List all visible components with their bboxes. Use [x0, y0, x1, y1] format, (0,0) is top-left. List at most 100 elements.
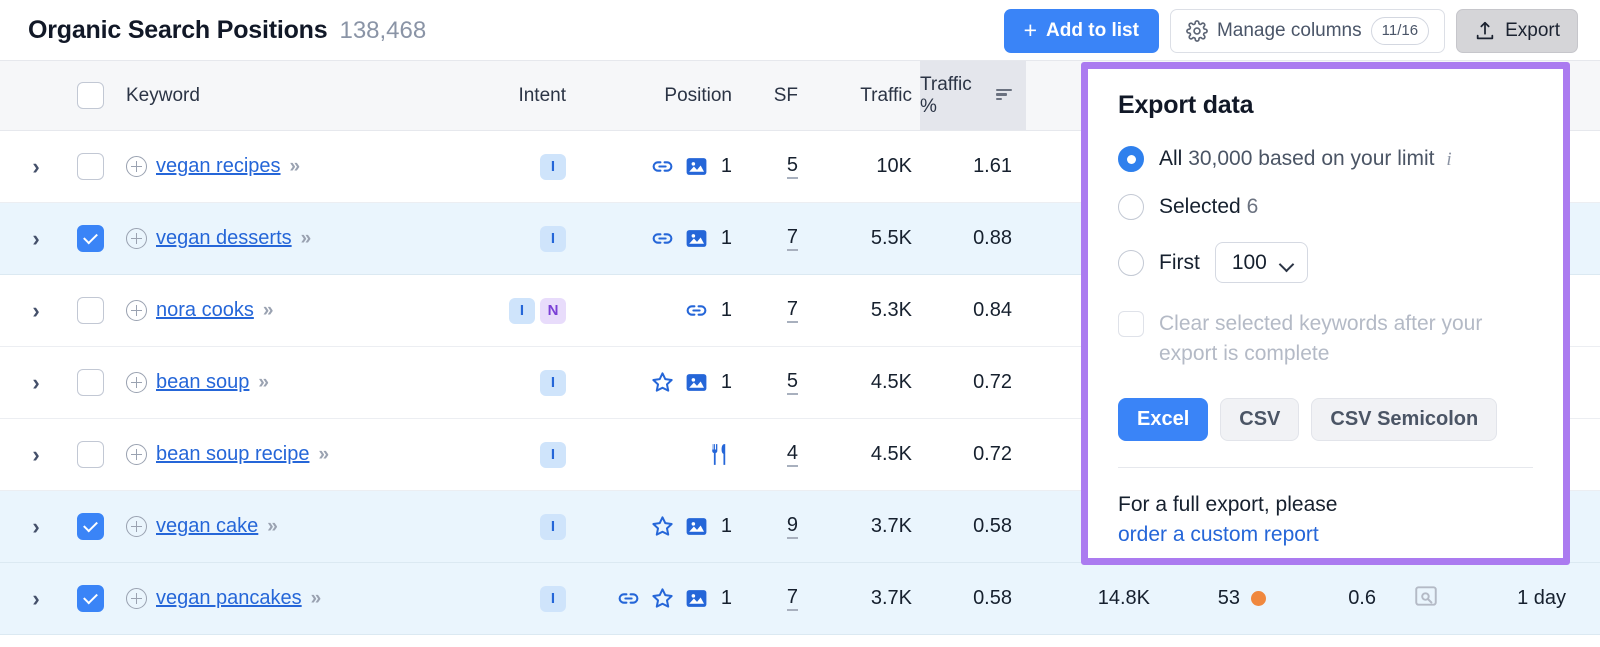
radio-selected[interactable]	[1118, 194, 1144, 220]
keyword-link[interactable]: nora cooks	[156, 299, 254, 322]
intent-badge-i[interactable]: I	[540, 442, 566, 468]
sf-cell[interactable]: 9	[742, 491, 798, 562]
row-expand-toggle[interactable]: ›	[0, 203, 62, 274]
keyword-overview-icon[interactable]: »	[301, 228, 310, 250]
result-count: 138,468	[339, 17, 426, 45]
traffic-percent-cell: 0.58	[920, 563, 1026, 634]
keyword-link[interactable]: vegan recipes	[156, 155, 281, 178]
export-csv-button[interactable]: CSV	[1220, 398, 1299, 441]
keyword-overview-icon[interactable]: »	[258, 372, 267, 394]
image-icon[interactable]	[684, 370, 709, 395]
row-checkbox[interactable]	[77, 585, 104, 612]
link-icon[interactable]	[616, 586, 641, 611]
first-amount-select[interactable]: 100	[1215, 242, 1308, 283]
keyword-overview-icon[interactable]: »	[290, 156, 299, 178]
row-expand-toggle[interactable]: ›	[0, 347, 62, 418]
image-icon[interactable]	[684, 586, 709, 611]
row-checkbox[interactable]	[77, 441, 104, 468]
table-row[interactable]: ›vegan pancakes»I173.7K0.5814.8K530.61 d…	[0, 563, 1600, 635]
sf-cell[interactable]: 7	[742, 275, 798, 346]
row-select-cell[interactable]	[62, 563, 118, 634]
header-traffic[interactable]: Traffic	[798, 61, 920, 130]
header-intent[interactable]: Intent	[462, 61, 578, 130]
select-all-checkbox[interactable]	[77, 82, 104, 109]
add-keyword-icon[interactable]	[126, 516, 147, 537]
keyword-overview-icon[interactable]: »	[267, 516, 276, 538]
row-select-cell[interactable]	[62, 347, 118, 418]
results-icon[interactable]	[1413, 583, 1439, 615]
intent-badge-i[interactable]: I	[509, 298, 535, 324]
star-icon[interactable]	[650, 514, 675, 539]
intent-badge-n[interactable]: N	[540, 298, 566, 324]
add-keyword-icon[interactable]	[126, 300, 147, 321]
row-select-cell[interactable]	[62, 419, 118, 490]
keyword-link[interactable]: vegan pancakes	[156, 587, 302, 610]
row-expand-toggle[interactable]: ›	[0, 131, 62, 202]
sf-cell[interactable]: 4	[742, 419, 798, 490]
export-excel-button[interactable]: Excel	[1118, 398, 1208, 441]
header-sf[interactable]: SF	[742, 61, 798, 130]
keyword-overview-icon[interactable]: »	[311, 588, 320, 610]
row-expand-toggle[interactable]: ›	[0, 419, 62, 490]
keyword-overview-icon[interactable]: »	[318, 444, 327, 466]
export-button[interactable]: Export	[1456, 9, 1578, 53]
sf-cell[interactable]: 5	[742, 131, 798, 202]
radio-first[interactable]	[1118, 250, 1144, 276]
link-icon[interactable]	[650, 154, 675, 179]
recipe-icon[interactable]	[707, 442, 732, 467]
add-keyword-icon[interactable]	[126, 372, 147, 393]
header-traffic-percent[interactable]: Traffic %	[920, 61, 1026, 130]
row-checkbox[interactable]	[77, 369, 104, 396]
sf-cell[interactable]: 7	[742, 563, 798, 634]
star-icon[interactable]	[650, 370, 675, 395]
row-expand-toggle[interactable]: ›	[0, 275, 62, 346]
keyword-link[interactable]: bean soup recipe	[156, 443, 309, 466]
star-icon[interactable]	[650, 586, 675, 611]
link-icon[interactable]	[684, 298, 709, 323]
custom-report-link[interactable]: order a custom report	[1118, 520, 1533, 550]
row-checkbox[interactable]	[77, 153, 104, 180]
keyword-overview-icon[interactable]: »	[263, 300, 272, 322]
keyword-link[interactable]: bean soup	[156, 371, 249, 394]
add-to-list-button[interactable]: + Add to list	[1004, 9, 1159, 53]
export-option-first[interactable]: First 100	[1118, 242, 1533, 283]
row-select-cell[interactable]	[62, 491, 118, 562]
link-icon[interactable]	[650, 226, 675, 251]
image-icon[interactable]	[684, 154, 709, 179]
sf-cell[interactable]: 7	[742, 203, 798, 274]
row-checkbox[interactable]	[77, 297, 104, 324]
header-keyword[interactable]: Keyword	[118, 61, 462, 130]
row-checkbox[interactable]	[77, 225, 104, 252]
export-csv-semicolon-button[interactable]: CSV Semicolon	[1311, 398, 1497, 441]
radio-all[interactable]	[1118, 146, 1144, 172]
clear-selected-option[interactable]: Clear selected keywords after your expor…	[1118, 309, 1533, 370]
intent-badge-i[interactable]: I	[540, 226, 566, 252]
clear-selected-checkbox[interactable]	[1118, 311, 1144, 337]
intent-badge-i[interactable]: I	[540, 586, 566, 612]
row-expand-toggle[interactable]: ›	[0, 491, 62, 562]
header-position[interactable]: Position	[578, 61, 742, 130]
info-icon[interactable]: i	[1446, 149, 1451, 170]
export-option-all[interactable]: All 30,000 based on your limit i	[1118, 146, 1533, 172]
manage-columns-button[interactable]: Manage columns 11/16	[1170, 9, 1445, 53]
export-option-selected[interactable]: Selected 6	[1118, 194, 1533, 220]
select-all-cell[interactable]	[62, 61, 118, 130]
add-keyword-icon[interactable]	[126, 228, 147, 249]
image-icon[interactable]	[684, 514, 709, 539]
row-select-cell[interactable]	[62, 275, 118, 346]
keyword-link[interactable]: vegan desserts	[156, 227, 292, 250]
intent-badge-i[interactable]: I	[540, 370, 566, 396]
row-select-cell[interactable]	[62, 131, 118, 202]
add-keyword-icon[interactable]	[126, 156, 147, 177]
row-expand-toggle[interactable]: ›	[0, 563, 62, 634]
add-keyword-icon[interactable]	[126, 444, 147, 465]
sf-cell[interactable]: 5	[742, 347, 798, 418]
intent-badge-i[interactable]: I	[540, 514, 566, 540]
intent-badge-i[interactable]: I	[540, 154, 566, 180]
results-cell[interactable]	[1384, 563, 1468, 634]
row-checkbox[interactable]	[77, 513, 104, 540]
keyword-link[interactable]: vegan cake	[156, 515, 258, 538]
row-select-cell[interactable]	[62, 203, 118, 274]
image-icon[interactable]	[684, 226, 709, 251]
add-keyword-icon[interactable]	[126, 588, 147, 609]
